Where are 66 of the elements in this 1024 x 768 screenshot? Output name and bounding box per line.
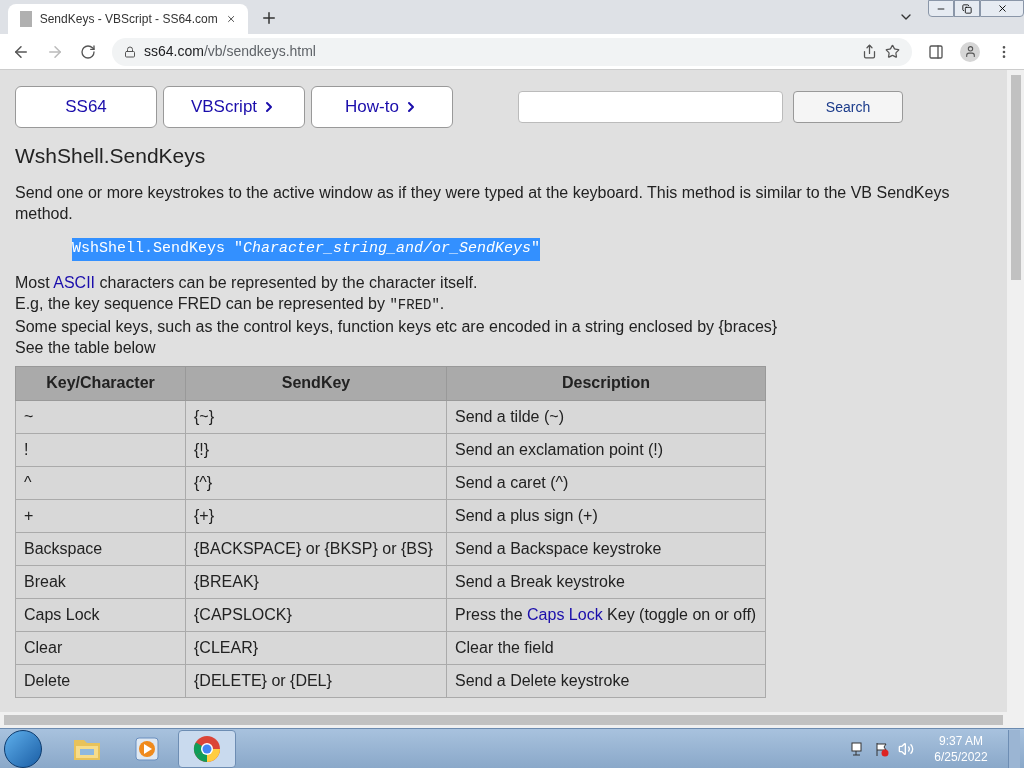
table-cell: Send a Delete keystroke — [455, 671, 630, 689]
start-button[interactable] — [4, 729, 42, 768]
table-cell: {!} — [185, 433, 447, 466]
table-cell: Send a Backspace keystroke — [455, 539, 662, 557]
column-header: Description — [446, 366, 766, 400]
inline-link[interactable]: ASCII — [53, 273, 96, 291]
table-cell: Delete — [15, 664, 186, 697]
table-cell: Caps Lock — [15, 598, 186, 631]
favicon-icon — [20, 11, 32, 27]
table-cell: {^} — [185, 466, 447, 499]
table-cell: Send a tilde (~) — [455, 407, 564, 425]
table-cell: Send a plus sign (+) — [455, 506, 598, 524]
lock-icon — [124, 45, 136, 58]
table-cell: {BACKSPACE} or {BKSP} or {BS} — [185, 532, 447, 565]
vertical-scrollbar[interactable] — [1007, 70, 1024, 728]
table-cell: Clear the field — [455, 638, 554, 656]
table-cell: {CLEAR} — [185, 631, 447, 664]
table-cell: {+} — [185, 499, 447, 532]
table-cell: Backspace — [15, 532, 186, 565]
note-line: Some special keys, such as the control keys, function keys etc are encoded in a string enclosed by {braces} — [15, 316, 779, 337]
flag-icon[interactable] — [874, 740, 890, 757]
search-field[interactable] — [518, 91, 783, 123]
table-cell: {BREAK} — [185, 565, 447, 598]
search-button[interactable]: Search — [793, 91, 903, 123]
note-line: See the table below — [15, 337, 157, 358]
table-cell: {DELETE} or {DEL} — [185, 664, 447, 697]
address-bar[interactable]: ss64.com/vb/sendkeys.html — [112, 37, 912, 66]
table-cell: Send a caret (^) — [455, 473, 569, 491]
reload-icon[interactable] — [80, 43, 96, 60]
new-tab-icon[interactable] — [260, 9, 278, 27]
intro-paragraph: Send one or more keystrokes to the active window as if they were typed at the keyboard. This method is similar to the VB SendKeys method. — [15, 182, 951, 224]
table-cell: Press the Caps Lock Key (toggle on or off) — [455, 605, 757, 623]
table-cell: ! — [15, 433, 186, 466]
table-cell: Send a Break keystroke — [455, 572, 625, 590]
restore-button[interactable] — [954, 0, 980, 17]
table-cell: Clear — [15, 631, 186, 664]
table-cell: ^ — [15, 466, 186, 499]
column-header: Key/Character — [15, 366, 186, 400]
side-panel-icon[interactable] — [928, 43, 944, 60]
restore-icon — [962, 3, 972, 14]
nav-button[interactable]: VBScript — [163, 86, 305, 128]
url-text: ss64.com/vb/sendkeys.html — [144, 42, 317, 61]
share-icon[interactable] — [862, 44, 877, 59]
profile-avatar[interactable] — [960, 41, 980, 62]
table-cell: Send an exclamation point (!) — [455, 440, 664, 458]
bookmark-star-icon[interactable] — [885, 44, 900, 59]
browser-tab[interactable]: SendKeys - VBScript - SS64.com — [8, 4, 248, 34]
note-line: Most ASCII characters can be represented by the character itself. — [15, 272, 479, 293]
table-cell: Break — [15, 565, 186, 598]
close-icon — [996, 3, 1008, 14]
table-cell: ~ — [15, 400, 186, 433]
syntax-code: WshShell.SendKeys "Character_string_and/or_SendKeys" — [72, 238, 541, 261]
table-cell: + — [15, 499, 186, 532]
note-line: E.g, the key sequence FRED can be represented by "FRED". — [15, 293, 446, 315]
tab-title: SendKeys - VBScript - SS64.com — [39, 11, 218, 28]
nav-button[interactable]: SS64 — [15, 86, 157, 128]
table-cell: {~} — [185, 400, 447, 433]
inline-link[interactable]: Caps Lock — [527, 605, 603, 623]
nav-button[interactable]: How-to — [311, 86, 453, 128]
taskbar-app[interactable] — [178, 729, 236, 768]
media-player-icon — [133, 734, 161, 763]
table-cell: {CAPSLOCK} — [185, 598, 447, 631]
horizontal-scrollbar[interactable] — [0, 712, 1007, 728]
page-heading: WshShell.SendKeys — [15, 143, 207, 169]
chrome-icon — [192, 733, 222, 764]
column-header: SendKey — [185, 366, 447, 400]
